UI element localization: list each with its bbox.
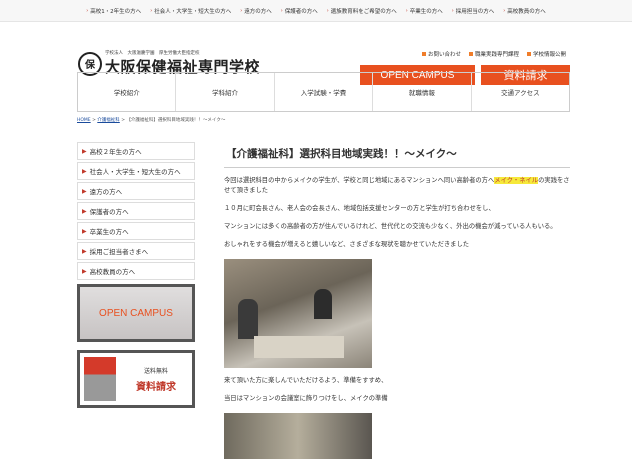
triangle-right-icon: ▶ <box>82 187 87 195</box>
arrow-icon: › <box>503 7 506 14</box>
person-silhouette <box>314 289 332 319</box>
arrow-icon: › <box>326 7 329 14</box>
arrow-icon: › <box>280 7 283 14</box>
open-campus-banner-text: OPEN CAMPUS <box>99 307 173 319</box>
article-paragraph: マンションには多くの高齢者の方が住んでいるけれど、世代代との交流も少なく、外出の… <box>224 223 557 230</box>
triangle-right-icon: ▶ <box>82 207 87 215</box>
triangle-right-icon: ▶ <box>82 167 87 175</box>
triangle-right-icon: ▶ <box>82 147 87 155</box>
sidebar-menu: ▶ 高校２年生の方へ ▶ 社会人・大学生・短大生の方へ ▶ 遠方の方へ ▶ 保護者の方へ… <box>77 142 195 282</box>
brochure-image <box>84 357 116 401</box>
arrow-icon: › <box>405 7 408 14</box>
site-header: 保 学校法人 大阪滋慶学園 厚生労働大臣指定校 大阪保健福祉専門学校 お問い合わ… <box>0 22 632 85</box>
header-utility-links: お問い合わせ 職業実践専門課程 学校情報公開 <box>421 50 566 58</box>
highlight-text: メイク・ネイル <box>494 177 539 184</box>
article-paragraph: １０月に町会長さん、老人会の会長さん、地域包括支援センターの方と学生が打ち合わせ… <box>224 205 495 212</box>
main-nav: 学校紹介 学科紹介 入学試験・学費 就職情報 交通アクセス <box>77 72 570 112</box>
nav-item-admissions[interactable]: 入学試験・学費 <box>275 73 374 111</box>
arrow-icon: › <box>150 7 153 14</box>
person-silhouette <box>238 299 258 339</box>
topbar-link-distant[interactable]: › 遠方の方へ <box>240 7 272 15</box>
nav-item-employment[interactable]: 就職情報 <box>373 73 472 111</box>
free-shipping-label: 送料無料 <box>143 367 168 375</box>
request-materials-banner[interactable]: 送料無料 資料請求 <box>77 350 195 408</box>
square-bullet-icon <box>526 52 531 56</box>
topbar-link-adult[interactable]: › 社会人・大学生・短大生の方へ <box>150 7 231 15</box>
nav-item-access[interactable]: 交通アクセス <box>472 73 569 111</box>
school-info-link[interactable]: 学校情報公開 <box>526 50 566 58</box>
sidebar-item-adult[interactable]: ▶ 社会人・大学生・短大生の方へ <box>77 162 195 180</box>
sidebar-item-distant[interactable]: ▶ 遠方の方へ <box>77 182 195 200</box>
triangle-right-icon: ▶ <box>82 247 87 255</box>
sidebar-item-recruiters[interactable]: ▶ 採用ご担当者さまへ <box>77 242 195 260</box>
open-campus-banner[interactable]: OPEN CAMPUS <box>77 284 195 342</box>
request-banner-text: 送料無料 資料請求 <box>120 353 192 405</box>
sidebar-item-parents[interactable]: ▶ 保護者の方へ <box>77 202 195 220</box>
nav-item-school-intro[interactable]: 学校紹介 <box>78 73 177 111</box>
vocational-course-link[interactable]: 職業実践専門課程 <box>468 50 519 58</box>
breadcrumb-section[interactable]: 介護福祉科 <box>97 118 120 123</box>
triangle-right-icon: ▶ <box>82 267 87 275</box>
topbar-link-bereaved[interactable]: › 遺族教育料をご希望の方へ <box>327 7 397 15</box>
topbar-link-graduates[interactable]: › 卒業生の方へ <box>406 7 443 15</box>
topbar-link-teachers[interactable]: › 高校教員の方へ <box>503 7 546 15</box>
sidebar-item-graduates[interactable]: ▶ 卒業生の方へ <box>77 222 195 240</box>
nav-item-departments[interactable]: 学科紹介 <box>176 73 275 111</box>
breadcrumb-home[interactable]: HOME <box>77 118 91 123</box>
article-title: 【介護福祉科】選択科目地域実践！！～メイク～ <box>224 142 570 168</box>
article-paragraph: おしゃれをする機会が増えると嬉しいなど、さまざまな現状を聴かせていただきました <box>224 241 470 248</box>
arrow-icon: › <box>240 7 243 14</box>
topbar-link-parents[interactable]: › 保護者の方へ <box>281 7 318 15</box>
sidebar-item-teachers[interactable]: ▶ 高校教員の方へ <box>77 262 195 280</box>
top-audience-bar: › 高校1・2年生の方へ › 社会人・大学生・短大生の方へ › 遠方の方へ › 保護者の… <box>0 0 632 22</box>
breadcrumb-current: 【介護福祉科】選択科目地域実践！！～メイク～ <box>126 118 226 123</box>
sidebar-item-highschool2[interactable]: ▶ 高校２年生の方へ <box>77 142 195 160</box>
event-photo <box>224 413 372 459</box>
meeting-photo <box>224 259 372 368</box>
request-label: 資料請求 <box>136 381 176 393</box>
article-paragraph: 来て頂いた方に楽しんでいただけるよう、準備をすすめ、 <box>224 377 388 384</box>
square-bullet-icon <box>421 52 426 56</box>
arrow-icon: › <box>451 7 454 14</box>
triangle-right-icon: ▶ <box>82 227 87 235</box>
article-paragraph: 今回は選択科目の中からメイクの学生が、学校と同じ地域にあるマンションへ同い高齢者… <box>224 177 570 194</box>
article: 【介護福祉科】選択科目地域実践！！～メイク～ 今回は選択科目の中からメイクの学生… <box>224 142 570 459</box>
article-paragraph: 当日はマンションの会議室に飾りつけをし、メイクの準備 <box>224 395 388 402</box>
square-bullet-icon <box>468 52 473 56</box>
topbar-link-recruiters[interactable]: › 採用担当の方へ <box>452 7 495 15</box>
contact-link[interactable]: お問い合わせ <box>421 50 461 58</box>
breadcrumb: HOME > 介護福祉科 > 【介護福祉科】選択科目地域実践！！～メイク～ <box>77 118 226 123</box>
topbar-link-highschool12[interactable]: › 高校1・2年生の方へ <box>86 7 141 15</box>
table-shape <box>254 336 344 358</box>
arrow-icon: › <box>86 7 89 14</box>
